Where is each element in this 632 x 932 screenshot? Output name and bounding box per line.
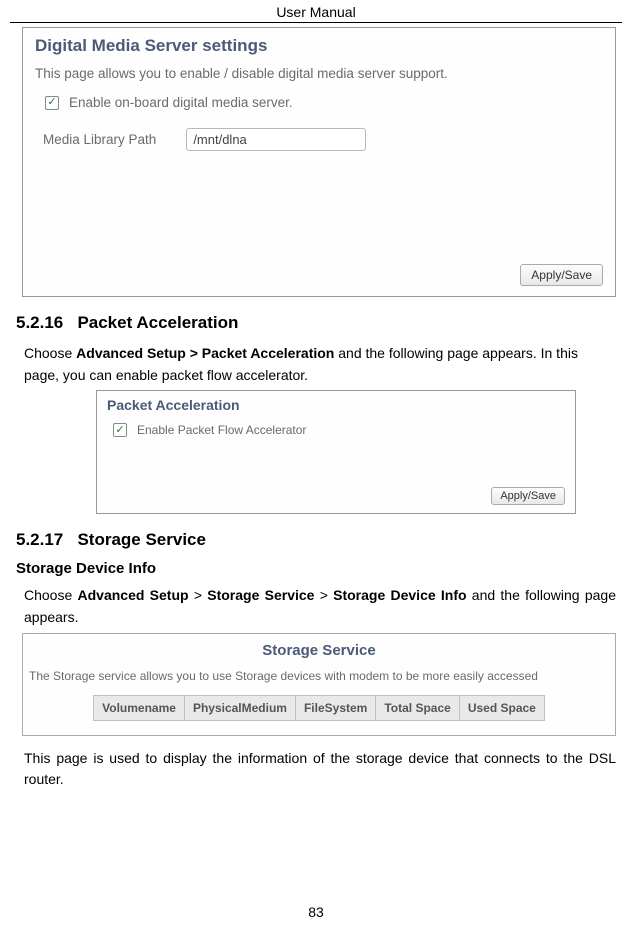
storage-subhead: Storage Device Info (16, 560, 616, 577)
dms-enable-checkbox[interactable]: ✓ (45, 96, 59, 110)
section2-intro: Choose Advanced Setup > Storage Service … (24, 585, 616, 628)
dms-enable-label: Enable on-board digital media server. (69, 95, 293, 110)
t: > (189, 587, 208, 603)
pa-enable-checkbox[interactable]: ✓ (113, 423, 127, 437)
b: Storage Service (207, 587, 314, 603)
section-num: 5.2.17 (16, 530, 63, 549)
dms-title: Digital Media Server settings (35, 36, 603, 56)
pa-enable-label: Enable Packet Flow Accelerator (137, 423, 306, 437)
pa-title: Packet Acceleration (107, 397, 565, 413)
storage-title: Storage Service (29, 642, 609, 659)
page-header: User Manual (10, 0, 622, 23)
section1-intro: Choose Advanced Setup > Packet Accelerat… (24, 343, 616, 386)
media-path-label: Media Library Path (43, 132, 156, 147)
b: Storage Device Info (333, 587, 466, 603)
storage-desc: The Storage service allows you to use St… (29, 669, 609, 683)
col-usedspace: Used Space (459, 695, 544, 720)
section2-outro: This page is used to display the informa… (24, 748, 616, 791)
nav-path-bold: Advanced Setup > Packet Acceleration (76, 345, 334, 361)
col-totalspace: Total Space (376, 695, 459, 720)
dms-settings-panel: Digital Media Server settings This page … (22, 27, 616, 297)
col-filesystem: FileSystem (295, 695, 375, 720)
dms-apply-button[interactable]: Apply/Save (520, 264, 603, 286)
section-5-2-17-heading: 5.2.17 Storage Service (16, 530, 616, 550)
dms-desc: This page allows you to enable / disable… (35, 66, 603, 81)
section-title: Packet Acceleration (77, 313, 238, 332)
storage-service-panel: Storage Service The Storage service allo… (22, 633, 616, 736)
page-number: 83 (0, 904, 632, 920)
col-volumename: Volumename (94, 695, 185, 720)
t: > (314, 587, 333, 603)
section-5-2-16-heading: 5.2.16 Packet Acceleration (16, 313, 616, 333)
b: Advanced Setup (78, 587, 189, 603)
packet-accel-panel: Packet Acceleration ✓ Enable Packet Flow… (96, 390, 576, 514)
section-num: 5.2.16 (16, 313, 63, 332)
pa-apply-button[interactable]: Apply/Save (491, 487, 565, 505)
t: Choose (24, 587, 78, 603)
storage-table: Volumename PhysicalMedium FileSystem Tot… (93, 695, 545, 721)
media-path-input[interactable]: /mnt/dlna (186, 128, 366, 151)
section-title: Storage Service (77, 530, 206, 549)
col-physicalmedium: PhysicalMedium (184, 695, 295, 720)
t: Choose (24, 345, 76, 361)
